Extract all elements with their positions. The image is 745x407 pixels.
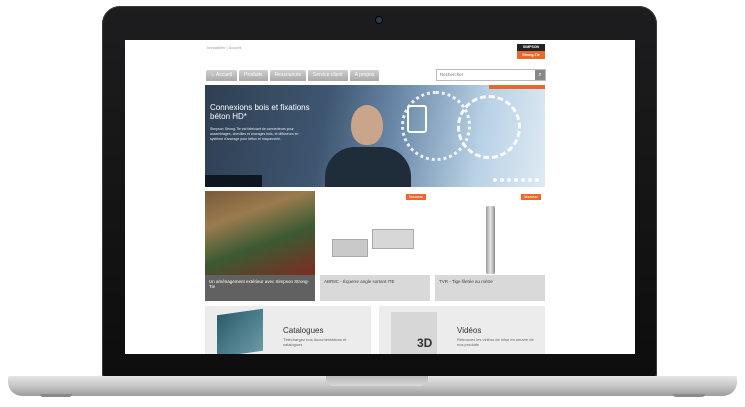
brand-line-2: Strong-Tie — [517, 51, 545, 59]
hero-dark-bar — [205, 175, 262, 187]
hero-person-image — [323, 95, 413, 187]
tab-resources[interactable]: Ressources — [269, 69, 306, 81]
magnifier-icon[interactable]: ⌕ — [535, 70, 545, 80]
carousel-dots — [493, 178, 539, 182]
tab-home-label: Accueil — [216, 71, 233, 78]
carousel-dot[interactable] — [521, 178, 525, 182]
hero-title: Connexions bois et fixations béton HD* — [210, 103, 310, 121]
search-input[interactable] — [437, 70, 528, 78]
carousel-dot[interactable] — [514, 178, 518, 182]
new-badge: Nouveau — [520, 194, 541, 200]
product-card[interactable]: Nouveau TVR - Tige filetée au mètre — [435, 191, 545, 301]
laptop-foot-right — [673, 394, 705, 397]
hero-ring-graphic-2 — [457, 95, 521, 159]
laptop-foot-left — [40, 394, 72, 397]
brand-line-1: SIMPSON — [517, 44, 545, 51]
new-badge: Nouveau — [405, 194, 426, 200]
tile-desc: Retrouvez les vidéos de mise en oeuvre d… — [457, 337, 534, 347]
brand-logo[interactable]: SIMPSON Strong-Tie — [517, 44, 545, 60]
camera-icon — [376, 17, 382, 23]
carousel-dot[interactable] — [535, 178, 539, 182]
tab-home[interactable]: ⌂ Accueil — [206, 69, 238, 81]
product-caption: Un aménagement extérieur avec Simpson St… — [205, 275, 315, 301]
tile-catalogues[interactable]: Catalogues Téléchargez nos documentation… — [205, 306, 371, 354]
product-image-deck — [205, 191, 315, 275]
laptop-screen: Immobilier | Accueil SIMPSON Strong-Tie … — [125, 40, 635, 354]
product-caption: TVR - Tige filetée au mètre — [435, 275, 545, 301]
tile-title: Vidéos — [457, 326, 482, 335]
website: Immobilier | Accueil SIMPSON Strong-Tie … — [205, 40, 547, 354]
carousel-dot[interactable] — [528, 178, 532, 182]
tile-desc: Téléchargez nos documentations et catalo… — [283, 337, 347, 347]
hero-banner[interactable]: Connexions bois et fixations béton HD* S… — [205, 85, 545, 187]
bracket-shape — [372, 229, 414, 249]
tab-products[interactable]: Produits — [239, 69, 268, 81]
home-icon: ⌂ — [211, 71, 215, 78]
product-card[interactable]: Nouveau ABR8C - Équerre angle sortant IT… — [320, 191, 430, 301]
tab-customer-service[interactable]: Service client — [307, 69, 348, 81]
hero-accent-strip — [489, 85, 545, 89]
hero-person-head — [351, 105, 383, 145]
tile-title: Catalogues — [283, 326, 324, 335]
carousel-dot[interactable] — [500, 178, 504, 182]
tab-about[interactable]: A propos — [349, 69, 380, 81]
hero-text: Simpson Strong-Tie est fabricant de conn… — [210, 127, 299, 141]
breadcrumb[interactable]: Immobilier | Accueil — [207, 45, 241, 50]
3d-label: 3D — [417, 336, 433, 350]
laptop-notch — [326, 376, 428, 386]
carousel-dot[interactable] — [507, 178, 511, 182]
catalogue-thumbnail — [217, 308, 263, 354]
search-box: ⌕ — [436, 69, 546, 81]
bracket-shape — [332, 239, 368, 257]
product-image-bracket — [320, 191, 430, 275]
product-caption: ABR8C - Équerre angle sortant ITE — [320, 275, 430, 301]
hero-person-body — [325, 147, 411, 187]
product-image-rod — [435, 191, 545, 275]
carousel-dot[interactable] — [493, 178, 497, 182]
video-thumbnail: 3D — [391, 312, 437, 354]
product-cards: Un aménagement extérieur avec Simpson St… — [205, 191, 545, 301]
threaded-rod-shape — [486, 206, 495, 274]
tile-videos[interactable]: 3D Vidéos Retrouvez les vidéos de mise e… — [379, 306, 545, 354]
product-card[interactable]: Un aménagement extérieur avec Simpson St… — [205, 191, 315, 301]
main-nav: ⌂ Accueil Produits Ressources Service cl… — [206, 69, 546, 81]
resource-tiles: Catalogues Téléchargez nos documentation… — [205, 306, 545, 354]
